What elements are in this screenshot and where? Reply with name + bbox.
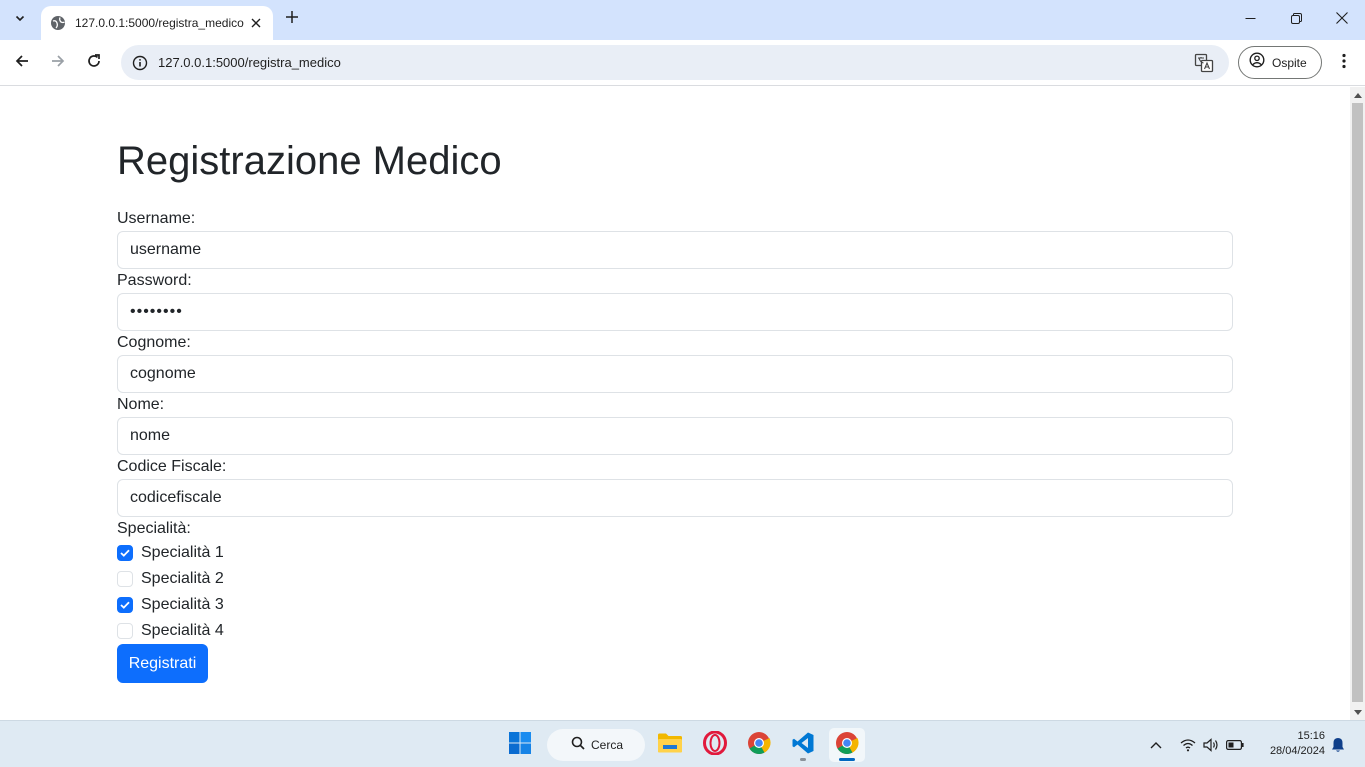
tab-strip: 127.0.0.1:5000/registra_medico [0,0,1365,40]
cognome-input[interactable] [117,355,1233,393]
close-window-button[interactable] [1319,0,1365,40]
cognome-label: Cognome: [117,334,191,351]
page-title: Registrazione Medico [117,139,502,183]
checkbox-label: Specialità 3 [141,596,224,613]
scrollbar-thumb[interactable] [1352,103,1363,702]
minimize-button[interactable] [1227,0,1273,40]
close-icon [1336,11,1348,29]
chrome-icon [747,731,771,760]
checkbox-label: Specialità 4 [141,622,224,639]
checkbox-label: Specialità 2 [141,570,224,587]
restore-icon [1290,11,1302,29]
opera-button[interactable] [697,728,733,762]
tab-search-button[interactable] [7,7,33,33]
page-viewport: Registrazione Medico Username: Password:… [0,87,1350,720]
running-indicator [800,758,806,761]
password-masked-value: •••••••• [130,303,183,320]
profile-button[interactable]: Ospite [1238,46,1322,79]
start-button[interactable] [502,728,538,762]
checkbox-specialita-1[interactable] [117,545,133,561]
forward-button[interactable] [44,49,72,77]
url-text: 127.0.0.1:5000/registra_medico [158,55,341,70]
chevron-down-icon [14,11,26,29]
nome-label: Nome: [117,396,165,413]
show-hidden-icons-button[interactable] [1146,735,1166,755]
password-input[interactable]: •••••••• [117,293,1233,331]
checkbox-specialita-2[interactable] [117,571,133,587]
system-clock[interactable]: 15:16 28/04/2024 [1255,729,1325,759]
minimize-icon [1245,11,1256,29]
chevron-up-icon [1150,736,1162,754]
file-explorer-button[interactable] [652,728,688,762]
notification-bell-icon[interactable] [1328,735,1348,755]
plus-icon [285,10,299,29]
opera-icon [703,730,727,760]
site-info-icon[interactable] [130,53,150,73]
scroll-down-arrow-icon[interactable] [1350,705,1365,720]
username-label: Username: [117,210,196,227]
browser-tab[interactable]: 127.0.0.1:5000/registra_medico [41,6,273,40]
specialita-option-3[interactable]: Specialità 3 [117,595,224,615]
back-button[interactable] [8,49,36,77]
windows-logo-icon [508,731,532,760]
chrome-button[interactable] [741,728,777,762]
chrome-active-button[interactable] [829,728,865,762]
chrome-icon [835,731,859,760]
reload-button[interactable] [80,49,108,77]
codice-fiscale-input[interactable] [117,479,1233,517]
arrow-left-icon [14,53,30,74]
volume-icon[interactable] [1201,735,1221,755]
checkbox-label: Specialità 1 [141,544,224,561]
translate-icon[interactable] [1193,52,1215,74]
codice-fiscale-label: Codice Fiscale: [117,458,227,475]
password-label: Password: [117,272,192,289]
more-vertical-icon [1342,53,1346,74]
reload-icon [86,53,102,74]
folder-icon [657,732,683,759]
specialita-label: Specialità: [117,520,191,537]
vertical-scrollbar[interactable] [1350,87,1365,720]
scroll-up-arrow-icon[interactable] [1350,87,1365,102]
checkbox-specialita-4[interactable] [117,623,133,639]
browser-toolbar: 127.0.0.1:5000/registra_medico Ospite [0,40,1365,86]
specialita-option-1[interactable]: Specialità 1 [117,543,224,563]
specialita-option-4[interactable]: Specialità 4 [117,621,224,641]
close-tab-icon[interactable] [248,15,264,31]
clock-date: 28/04/2024 [1269,745,1325,757]
vscode-button[interactable] [785,728,821,762]
nome-input[interactable] [117,417,1233,455]
specialita-option-2[interactable]: Specialità 2 [117,569,224,589]
restore-button[interactable] [1273,0,1319,40]
profile-label: Ospite [1272,55,1307,70]
registrati-button[interactable]: Registrati [117,644,208,683]
globe-icon [50,15,66,31]
account-circle-icon [1249,52,1265,73]
battery-icon[interactable] [1225,735,1245,755]
new-tab-button[interactable] [281,8,303,30]
search-label: Cerca [591,738,624,752]
search-icon [571,736,585,755]
windows-taskbar: Cerca 15:16 28/04/2024 [0,720,1365,767]
vscode-icon [791,731,815,760]
active-indicator [839,758,855,761]
clock-time: 15:16 [1297,730,1325,742]
browser-menu-button[interactable] [1333,49,1355,77]
tab-title: 127.0.0.1:5000/registra_medico [75,16,244,30]
checkbox-specialita-3[interactable] [117,597,133,613]
taskbar-search[interactable]: Cerca [547,729,645,761]
wifi-icon[interactable] [1178,735,1198,755]
username-input[interactable] [117,231,1233,269]
arrow-right-icon [50,53,66,74]
address-bar[interactable]: 127.0.0.1:5000/registra_medico [121,45,1229,80]
